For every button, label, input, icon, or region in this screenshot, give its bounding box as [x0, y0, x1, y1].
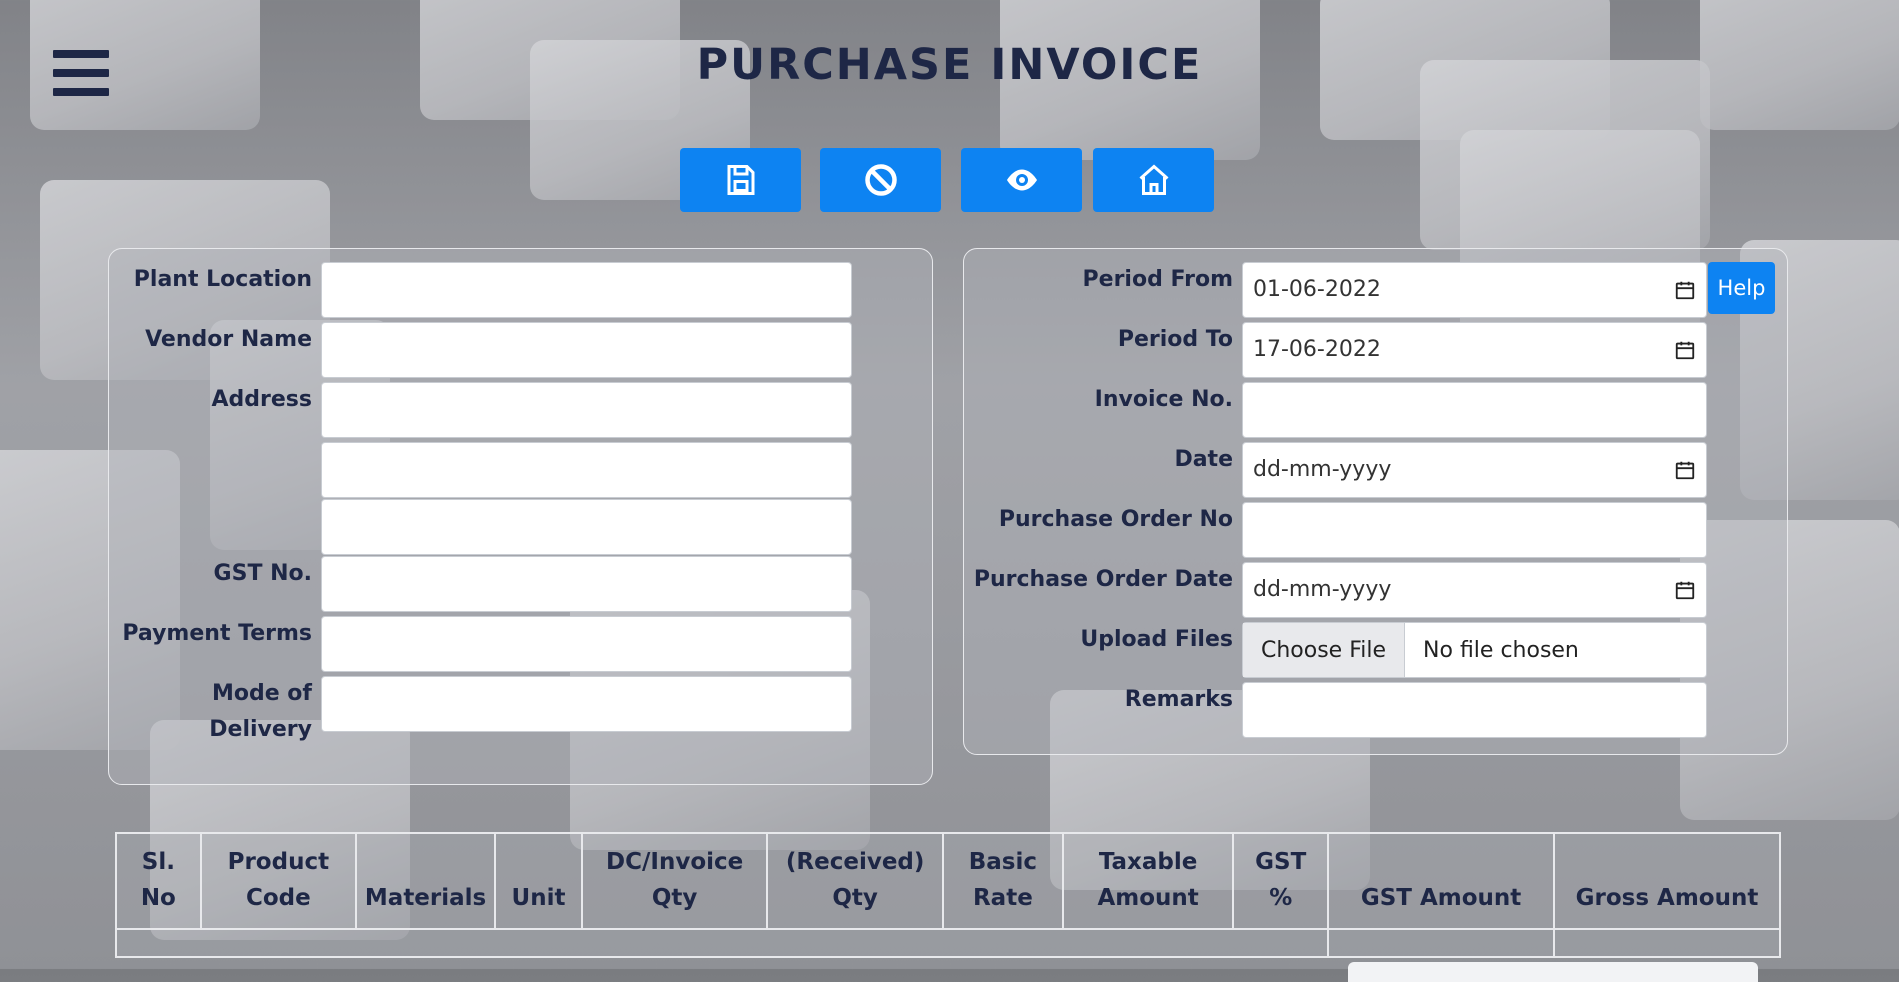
col-product-code: Product Code [199, 832, 358, 930]
cancel-button[interactable] [820, 148, 941, 212]
gst-no-label: GST No. [213, 561, 312, 586]
mode-of-delivery-label: Mode of Delivery [120, 676, 312, 748]
home-button[interactable] [1093, 148, 1214, 212]
address-line3-input[interactable] [321, 499, 852, 555]
period-to-label: Period To [1117, 327, 1233, 352]
purchase-order-no-label: Purchase Order No [998, 507, 1233, 532]
save-button[interactable] [680, 148, 801, 212]
period-to-value: 17-06-2022 [1253, 337, 1381, 362]
date-input[interactable]: dd-mm-yyyy [1242, 442, 1707, 498]
calendar-icon[interactable] [1674, 279, 1696, 301]
purchase-order-date-placeholder: dd-mm-yyyy [1253, 577, 1392, 602]
purchase-order-no-input[interactable] [1242, 502, 1707, 558]
col-sl-no: Sl. No [115, 832, 202, 930]
table-row [114, 928, 1781, 958]
calendar-icon[interactable] [1674, 459, 1696, 481]
calendar-icon[interactable] [1674, 579, 1696, 601]
gst-no-input[interactable] [321, 556, 852, 612]
upload-files-input[interactable]: Choose File No file chosen [1242, 622, 1707, 678]
ban-icon [864, 164, 897, 196]
mode-of-delivery-input[interactable] [321, 676, 852, 732]
vendor-name-input[interactable] [321, 322, 852, 378]
home-icon [1139, 164, 1168, 195]
col-received-qty: (Received) Qty [766, 832, 944, 930]
eye-icon [1006, 169, 1037, 191]
payment-terms-input[interactable] [321, 616, 852, 672]
page-title: PURCHASE INVOICE [696, 40, 1203, 90]
date-label: Date [1174, 447, 1233, 472]
upload-files-label: Upload Files [1080, 627, 1233, 652]
gross-amount-row-input[interactable] [1348, 962, 1758, 982]
table-header-row: Sl. No Product Code Materials Unit DC/Invo… [115, 832, 1781, 930]
table-cell [1553, 928, 1781, 958]
table-cell [1327, 928, 1555, 958]
col-unit: Unit [494, 832, 583, 930]
purchase-order-date-label: Purchase Order Date [973, 567, 1233, 592]
invoice-no-input[interactable] [1242, 382, 1707, 438]
date-placeholder: dd-mm-yyyy [1253, 457, 1392, 482]
file-status-text: No file chosen [1423, 637, 1579, 663]
plant-location-label: Plant Location [133, 267, 312, 292]
col-gross-amount: Gross Amount [1553, 832, 1781, 930]
address-label: Address [211, 387, 312, 412]
mode-of-delivery-label-line1: Mode of [211, 681, 312, 706]
floppy-disk-icon [727, 165, 754, 195]
col-basic-rate: Basic Rate [941, 832, 1064, 930]
col-gst-percent: GST% [1232, 832, 1330, 930]
remarks-label: Remarks [1124, 687, 1233, 712]
mode-of-delivery-label-line2: Delivery [209, 717, 312, 742]
col-taxable-amount: Taxable Amount [1061, 832, 1235, 930]
view-button[interactable] [961, 148, 1082, 212]
help-button[interactable]: Help [1708, 262, 1775, 314]
calendar-icon[interactable] [1674, 339, 1696, 361]
period-from-value: 01-06-2022 [1253, 277, 1381, 302]
payment-terms-label: Payment Terms [122, 621, 312, 646]
col-dc-invoice-qty: DC/Invoice Qty [580, 832, 769, 930]
address-line2-input[interactable] [321, 442, 852, 498]
period-to-input[interactable]: 17-06-2022 [1242, 322, 1707, 378]
line-items-table: Sl. No Product Code Materials Unit DC/Invo… [114, 832, 1781, 958]
invoice-no-label: Invoice No. [1094, 387, 1233, 412]
period-from-input[interactable]: 01-06-2022 [1242, 262, 1707, 318]
remarks-input[interactable] [1242, 682, 1707, 738]
plant-location-input[interactable] [321, 262, 852, 318]
col-gst-amount: GST Amount [1327, 832, 1555, 930]
period-from-label: Period From [1082, 267, 1233, 292]
table-cell [114, 928, 1330, 958]
choose-file-button[interactable]: Choose File [1243, 623, 1406, 677]
col-materials: Materials [354, 832, 497, 930]
address-line1-input[interactable] [321, 382, 852, 438]
purchase-order-date-input[interactable]: dd-mm-yyyy [1242, 562, 1707, 618]
vendor-name-label: Vendor Name [145, 327, 312, 352]
